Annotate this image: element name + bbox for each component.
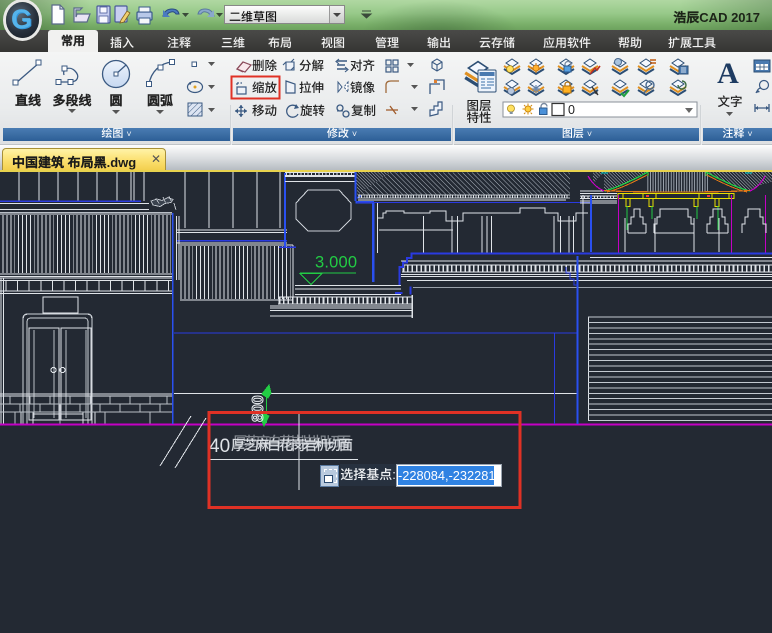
svg-text:厚芝麻白花岗岩机切面: 厚芝麻白花岗岩机切面	[233, 434, 351, 450]
svg-text:A: A	[717, 57, 739, 90]
svg-text:特性: 特性	[466, 111, 491, 125]
svg-text:40: 40	[209, 436, 230, 457]
svg-text:旋转: 旋转	[300, 104, 326, 118]
svg-text:800: 800	[250, 395, 267, 422]
svg-text:G: G	[11, 4, 32, 34]
svg-text:3.000: 3.000	[315, 254, 357, 272]
svg-text:删除: 删除	[252, 59, 278, 73]
svg-text:多段线: 多段线	[52, 93, 91, 108]
svg-text:文字: 文字	[717, 95, 742, 109]
svg-text:0: 0	[568, 103, 575, 117]
svg-text:直线: 直线	[15, 93, 41, 108]
svg-text:分解: 分解	[299, 59, 325, 73]
svg-text:移动: 移动	[252, 104, 277, 118]
svg-text:圆弧: 圆弧	[147, 93, 173, 108]
svg-text:圆: 圆	[109, 93, 122, 108]
svg-text:对齐: 对齐	[350, 59, 376, 73]
svg-text:复制: 复制	[351, 104, 376, 118]
svg-text:缩放: 缩放	[252, 81, 278, 95]
svg-text:拉伸: 拉伸	[299, 81, 324, 95]
svg-text:镜像: 镜像	[350, 81, 376, 95]
